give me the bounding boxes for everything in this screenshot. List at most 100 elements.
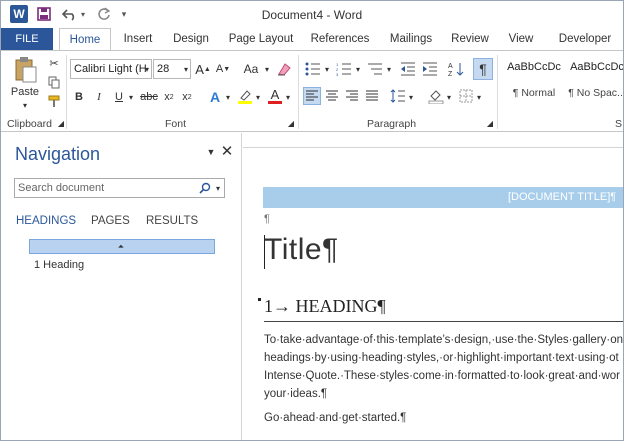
nav-heading-item[interactable]: 1 Heading: [34, 259, 84, 271]
body-line[interactable]: To·take·advantage·of·this·template’s·des…: [264, 334, 623, 346]
body-line[interactable]: Intense·Quote.·These·styles·come·in·form…: [264, 370, 620, 382]
underline-button[interactable]: U: [110, 88, 128, 106]
style-normal-label: ¶ Normal: [512, 87, 556, 99]
style-no-spacing[interactable]: AaBbCcDc ¶ No Spac...: [567, 57, 624, 103]
font-color-dropdown-icon[interactable]: ▾: [284, 88, 292, 106]
font-color-icon[interactable]: A: [266, 87, 284, 105]
style-normal-preview: AaBbCcDc: [507, 61, 561, 73]
cut-icon[interactable]: ✂: [46, 55, 62, 71]
bullets-dropdown-icon[interactable]: ▾: [323, 60, 331, 78]
collapse-arrow-icon[interactable]: ⏶: [116, 241, 126, 252]
format-painter-icon[interactable]: [46, 93, 62, 109]
line-spacing-icon[interactable]: [389, 87, 407, 105]
underline-dropdown-icon[interactable]: ▾: [127, 88, 135, 106]
tab-developer[interactable]: Developer: [553, 28, 617, 50]
grow-font-button[interactable]: A ▲: [195, 60, 211, 78]
multilevel-dropdown-icon[interactable]: ▾: [385, 60, 393, 78]
heading-1[interactable]: 1→ HEADING¶: [264, 296, 386, 317]
paragraph-group-label: Paragraph: [367, 118, 417, 130]
justify-icon[interactable]: [363, 87, 381, 105]
line-spacing-dropdown-icon[interactable]: ▾: [407, 88, 415, 106]
tab-pages[interactable]: PAGES: [91, 215, 130, 227]
word-window: W ▾ ▾ Document4 - Word FILE Home Insert …: [0, 0, 624, 441]
tab-home[interactable]: Home: [59, 28, 111, 51]
document-title-text[interactable]: Title¶: [264, 233, 339, 267]
close-icon[interactable]: ✕: [220, 143, 234, 160]
multilevel-list-icon[interactable]: [365, 60, 385, 78]
tab-references[interactable]: References: [309, 28, 371, 50]
shrink-font-button[interactable]: A ▼: [215, 60, 231, 78]
subscript-button[interactable]: x2: [161, 88, 177, 106]
group-separator: [66, 55, 67, 129]
tab-page-layout[interactable]: Page Layout: [225, 28, 297, 50]
style-no-spacing-label: ¶ No Spac...: [568, 87, 624, 99]
shading-icon[interactable]: [427, 87, 445, 105]
decrease-indent-icon[interactable]: [399, 60, 417, 78]
numbering-icon[interactable]: 123: [334, 60, 354, 78]
change-case-button[interactable]: Aa: [239, 60, 263, 78]
font-color-letter: A: [270, 86, 280, 102]
font-color-swatch: [268, 100, 282, 104]
paste-button[interactable]: Paste: [10, 86, 40, 98]
ribbon-home: Paste ▾ ✂ Clipboard ◢ Calibri Light (H ▾…: [1, 50, 623, 132]
font-size-value: 28: [157, 63, 170, 75]
align-left-icon[interactable]: [303, 87, 321, 105]
tab-file[interactable]: FILE: [1, 28, 53, 50]
tab-insert[interactable]: Insert: [117, 28, 159, 50]
tab-headings[interactable]: HEADINGS: [16, 215, 76, 227]
body-line[interactable]: your·ideas.¶: [264, 388, 327, 400]
document-title-band: [DOCUMENT TITLE]¶: [263, 187, 623, 208]
bullets-icon[interactable]: [303, 60, 323, 78]
paste-dropdown-icon[interactable]: ▾: [17, 101, 33, 110]
body-line[interactable]: headings·by·using·heading·styles,·or·hig…: [264, 352, 619, 364]
document-title-field[interactable]: [DOCUMENT TITLE]¶: [508, 191, 616, 203]
tab-design[interactable]: Design: [169, 28, 213, 50]
shading-dropdown-icon[interactable]: ▾: [445, 88, 453, 106]
tab-view[interactable]: View: [503, 28, 539, 50]
increase-indent-icon[interactable]: [421, 60, 439, 78]
paragraph-anchor-mark: [258, 298, 261, 301]
highlight-icon[interactable]: [236, 87, 254, 105]
copy-icon[interactable]: [46, 74, 62, 90]
strikethrough-button[interactable]: abc: [138, 88, 160, 106]
document-canvas[interactable]: [DOCUMENT TITLE]¶ ¶ Title¶ 1→ HEADING¶ T…: [243, 133, 623, 440]
highlight-dropdown-icon[interactable]: ▾: [254, 88, 262, 106]
clear-formatting-icon[interactable]: [275, 60, 293, 78]
paste-icon[interactable]: [11, 56, 41, 84]
navigation-title: Navigation: [15, 144, 101, 164]
font-name-dropdown-icon[interactable]: ▾: [142, 60, 152, 78]
paragraph-launcher-icon[interactable]: ◢: [486, 119, 494, 128]
heading-scroll-bar[interactable]: ⏶: [29, 239, 215, 254]
font-launcher-icon[interactable]: ◢: [287, 119, 295, 128]
tab-mailings[interactable]: Mailings: [383, 28, 439, 50]
numbering-dropdown-icon[interactable]: ▾: [354, 60, 362, 78]
borders-icon[interactable]: [457, 87, 475, 105]
change-case-dropdown-icon[interactable]: ▾: [263, 60, 271, 78]
tab-results[interactable]: RESULTS: [146, 215, 198, 227]
pane-options-icon[interactable]: ▼: [205, 146, 217, 158]
styles-group-label: S: [615, 118, 623, 130]
clipboard-launcher-icon[interactable]: ◢: [57, 119, 65, 128]
style-normal[interactable]: AaBbCcDc ¶ Normal: [503, 57, 565, 103]
search-placeholder: Search document: [18, 182, 105, 194]
sort-icon[interactable]: AZ: [447, 60, 465, 78]
borders-dropdown-icon[interactable]: ▾: [475, 88, 483, 106]
text-effects-dropdown-icon[interactable]: ▾: [224, 88, 232, 106]
font-name-input[interactable]: Calibri Light (H: [70, 59, 152, 79]
bold-button[interactable]: B: [70, 88, 88, 106]
superscript-button[interactable]: x2: [179, 88, 195, 106]
text-effects-icon[interactable]: A: [206, 88, 224, 106]
document-window-title: Document4 - Word: [261, 8, 363, 22]
italic-button[interactable]: I: [90, 88, 108, 106]
search-icon[interactable]: [198, 181, 212, 195]
shrink-font-label: A: [215, 63, 224, 75]
svg-text:Z: Z: [448, 71, 453, 77]
align-center-icon[interactable]: [323, 87, 341, 105]
font-size-dropdown-icon[interactable]: ▾: [181, 60, 191, 78]
align-right-icon[interactable]: [343, 87, 361, 105]
search-input[interactable]: Search document ▾: [14, 178, 225, 198]
show-formatting-marks-button[interactable]: ¶: [473, 58, 493, 80]
closing-line[interactable]: Go·ahead·and·get·started.¶: [264, 412, 406, 424]
tab-review[interactable]: Review: [449, 28, 491, 50]
search-dropdown-icon[interactable]: ▾: [214, 182, 222, 194]
